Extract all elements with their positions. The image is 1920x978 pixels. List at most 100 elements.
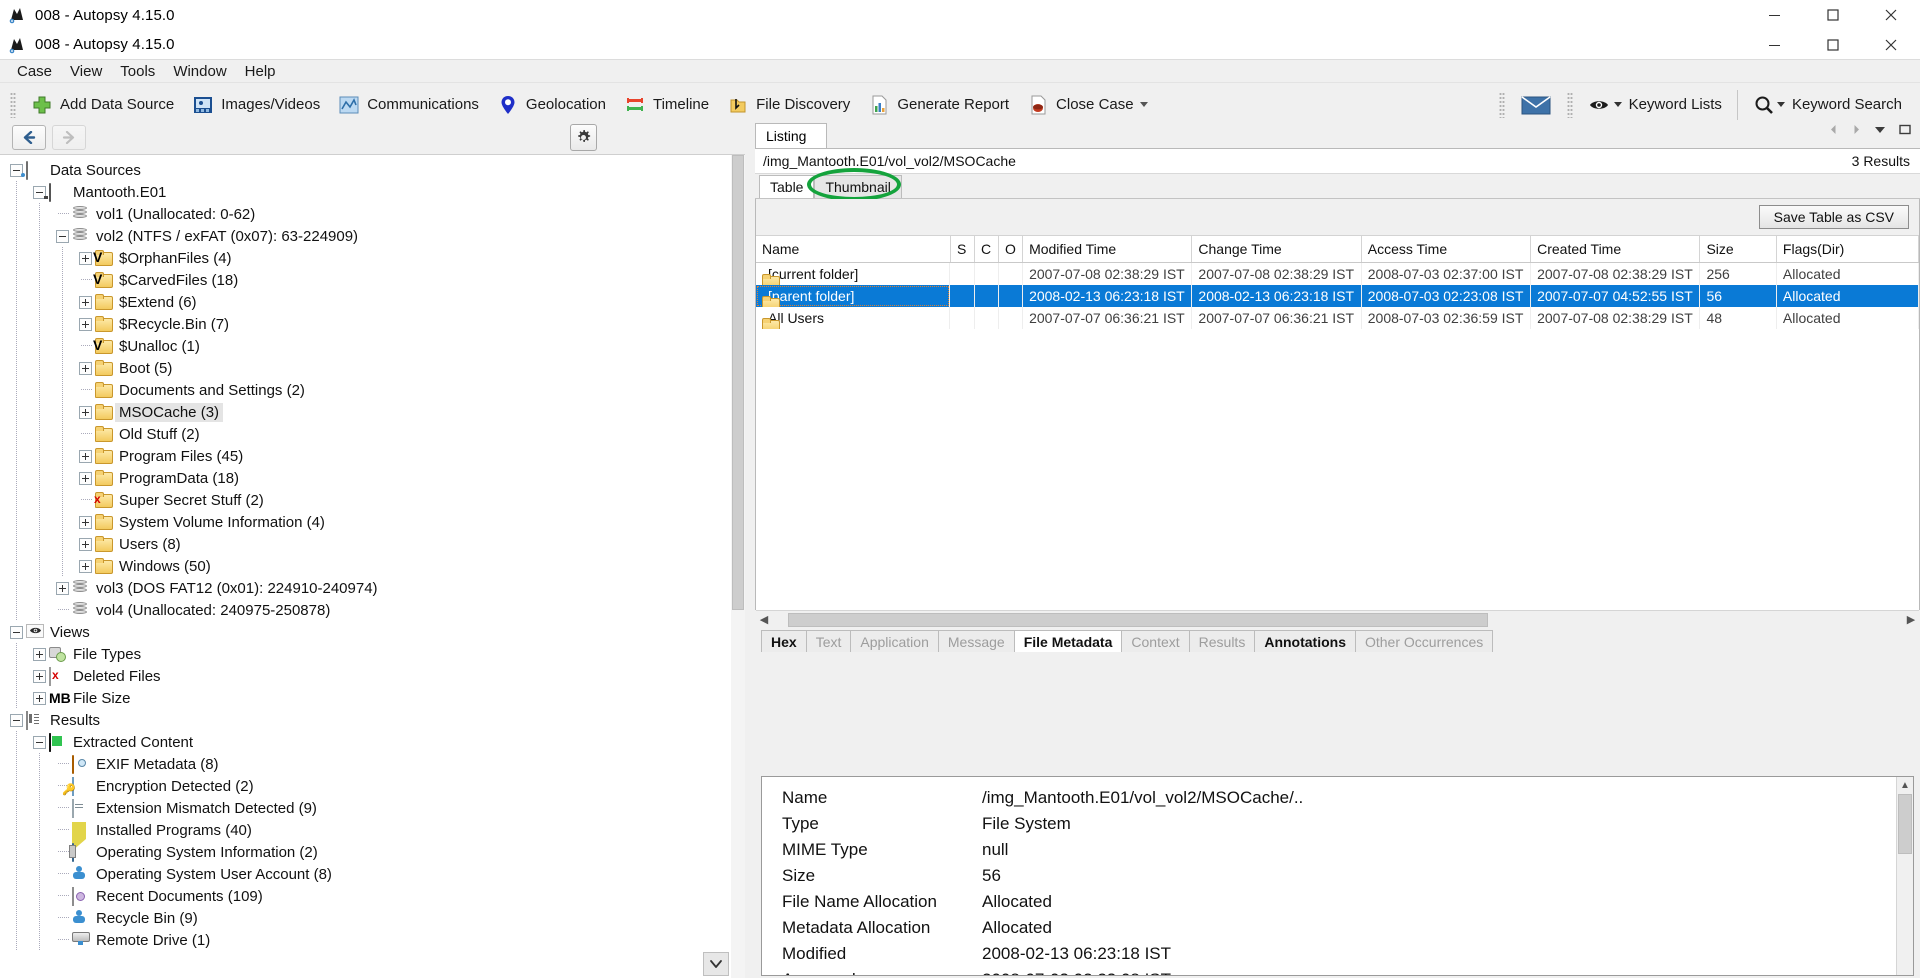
cell-name[interactable]: All Users [756, 306, 951, 329]
timeline-button[interactable]: Timeline [615, 85, 718, 125]
keyword-search-button[interactable]: Keyword Search [1744, 85, 1920, 125]
maximize-panel-icon[interactable] [1899, 124, 1912, 137]
tree-expand-icon[interactable] [79, 537, 92, 551]
tree-item-remote-drive-1[interactable]: Remote Drive (1) [0, 929, 745, 951]
tree-item-orphanfiles-4[interactable]: V $OrphanFiles (4) [0, 247, 745, 269]
communications-button[interactable]: Communications [329, 85, 488, 125]
tree-expand-icon[interactable] [79, 317, 92, 331]
scroll-up-arrow-icon[interactable]: ▲ [1897, 777, 1913, 794]
tree-collapse-icon[interactable] [10, 713, 23, 727]
tree-item-vol3-dos-fat12-0x01-224910-240974[interactable]: vol3 (DOS FAT12 (0x01): 224910-240974) [0, 577, 745, 599]
toolbar-grip-mail[interactable] [1498, 91, 1505, 118]
chevron-down-icon[interactable] [1139, 102, 1148, 107]
tab-hex[interactable]: Hex [761, 630, 807, 652]
tree-expand-icon[interactable] [79, 295, 92, 309]
table-row[interactable]: [parent folder] 2008-02-13 06:23:18 IST 20… [756, 284, 1920, 307]
tree-expand-icon[interactable] [56, 581, 69, 595]
tree-item-extracted-content[interactable]: Extracted Content [0, 731, 745, 753]
maximize-icon[interactable] [1804, 0, 1862, 30]
column-header-size[interactable]: Size [1699, 236, 1777, 263]
column-header-name[interactable]: Name [756, 236, 951, 263]
mail-button[interactable] [1511, 85, 1561, 125]
toolbar-grip-keyword[interactable] [1566, 91, 1573, 118]
column-header-c[interactable]: C [974, 236, 1000, 263]
data-sources-tree[interactable]: Data Sources Mantooth.E01 vol1 (Unallocate… [0, 155, 745, 978]
tree-collapse-icon[interactable] [33, 735, 46, 749]
hscroll-thumb[interactable] [788, 612, 1488, 627]
scroll-left-arrow-icon[interactable]: ◀ [756, 613, 772, 626]
add-data-source-button[interactable]: Add Data Source [22, 85, 183, 125]
tree-expand-icon[interactable] [33, 647, 46, 661]
tree-item-extend-6[interactable]: $Extend (6) [0, 291, 745, 313]
tree-expand-icon[interactable] [79, 361, 92, 375]
tree-item-program-files-45[interactable]: Program Files (45) [0, 445, 745, 467]
tree-item-file-size[interactable]: MB File Size [0, 687, 745, 709]
back-arrow-icon[interactable] [12, 124, 46, 150]
close-icon[interactable] [1862, 30, 1920, 60]
tree-collapse-icon[interactable] [10, 625, 23, 639]
column-header-created-time[interactable]: Created Time [1530, 236, 1701, 263]
content-viewer-tabs[interactable]: Hex Text Application Message File Metadata Co… [755, 628, 1920, 652]
tree-item-views[interactable]: Views [0, 621, 745, 643]
tree-item-data-sources[interactable]: Data Sources [0, 159, 745, 181]
chevron-down-icon[interactable] [1613, 102, 1622, 107]
tree-expand-icon[interactable] [79, 559, 92, 573]
tab-list-dropdown-icon[interactable] [1874, 124, 1887, 137]
file-discovery-button[interactable]: File Discovery [718, 85, 859, 125]
tree-item-carvedfiles-18[interactable]: V $CarvedFiles (18) [0, 269, 745, 291]
column-header-s[interactable]: S [950, 236, 976, 263]
column-header-modified-time[interactable]: Modified Time [1022, 236, 1193, 263]
table-row[interactable]: All Users 2007-07-07 06:36:21 IST 2007-07-… [756, 306, 1920, 329]
tree-item-vol1-unallocated-0-62[interactable]: vol1 (Unallocated: 0-62) [0, 203, 745, 225]
menu-item-window[interactable]: Window [164, 62, 235, 81]
tree-item-system-volume-information-4[interactable]: System Volume Information (4) [0, 511, 745, 533]
tree-item-deleted-files[interactable]: x Deleted Files [0, 665, 745, 687]
cell-name[interactable]: [current folder] [756, 262, 951, 285]
tree-item-mantooth-e01[interactable]: Mantooth.E01 [0, 181, 745, 203]
menu-item-case[interactable]: Case [8, 62, 61, 81]
tree-item-recycle-bin-9[interactable]: Recycle Bin (9) [0, 907, 745, 929]
gear-icon[interactable] [570, 124, 597, 151]
tree-expand-icon[interactable] [79, 251, 92, 265]
tree-item-vol2-ntfs-exfat-0x07-63-224909[interactable]: vol2 (NTFS / exFAT (0x07): 63-224909) [0, 225, 745, 247]
tree-item-extension-mismatch-detected-9[interactable]: Extension Mismatch Detected (9) [0, 797, 745, 819]
close-case-button[interactable]: Close Case [1018, 85, 1157, 125]
tree-item-recent-documents-109[interactable]: Recent Documents (109) [0, 885, 745, 907]
column-header-access-time[interactable]: Access Time [1361, 236, 1532, 263]
vertical-splitter[interactable] [745, 120, 755, 978]
table-row[interactable]: [current folder] 2007-07-08 02:38:29 IST 2… [756, 262, 1920, 285]
menu-item-help[interactable]: Help [236, 62, 285, 81]
tree-vertical-scrollbar[interactable] [731, 155, 745, 978]
cell-name[interactable]: [parent folder] [756, 284, 951, 307]
close-icon[interactable] [1862, 0, 1920, 30]
menu-item-tools[interactable]: Tools [111, 62, 164, 81]
table-horizontal-scrollbar[interactable]: ◀ ▶ [756, 610, 1919, 628]
metadata-scrollbar-thumb[interactable] [1898, 794, 1912, 854]
tree-item-file-types[interactable]: File Types [0, 643, 745, 665]
tree-expand-icon[interactable] [33, 691, 46, 705]
save-table-as-csv-button[interactable]: Save Table as CSV [1758, 205, 1909, 229]
tab-thumbnail[interactable]: Thumbnail [814, 175, 902, 198]
generate-report-button[interactable]: Generate Report [859, 85, 1018, 125]
hscroll-track[interactable] [772, 612, 1903, 627]
chevron-down-icon[interactable] [1776, 102, 1785, 107]
images-videos-button[interactable]: Images/Videos [183, 85, 329, 125]
column-header-change-time[interactable]: Change Time [1191, 236, 1362, 263]
tab-table[interactable]: Table [759, 175, 815, 198]
geolocation-button[interactable]: Geolocation [488, 85, 615, 125]
tree-item-operating-system-information-2[interactable]: Operating System Information (2) [0, 841, 745, 863]
minimize-icon[interactable] [1746, 0, 1804, 30]
tree-item-operating-system-user-account-8[interactable]: Operating System User Account (8) [0, 863, 745, 885]
tree-item-installed-programs-40[interactable]: Installed Programs (40) [0, 819, 745, 851]
tab-scroll-right-icon[interactable] [1851, 124, 1862, 137]
metadata-vertical-scrollbar[interactable]: ▲ [1896, 777, 1913, 975]
tree-item-exif-metadata-8[interactable]: EXIF Metadata (8) [0, 753, 745, 775]
tab-file-metadata[interactable]: File Metadata [1013, 630, 1123, 652]
tree-item-encryption-detected-2[interactable]: 🔑 Encryption Detected (2) [0, 775, 745, 797]
toolbar-grip[interactable] [10, 91, 16, 118]
tree-scrollbar-thumb[interactable] [732, 155, 744, 610]
column-header-flags-dir[interactable]: Flags(Dir) [1776, 236, 1920, 263]
tree-item-users-8[interactable]: Users (8) [0, 533, 745, 555]
tree-item-boot-5[interactable]: Boot (5) [0, 357, 745, 379]
tree-expand-icon[interactable] [79, 405, 92, 419]
